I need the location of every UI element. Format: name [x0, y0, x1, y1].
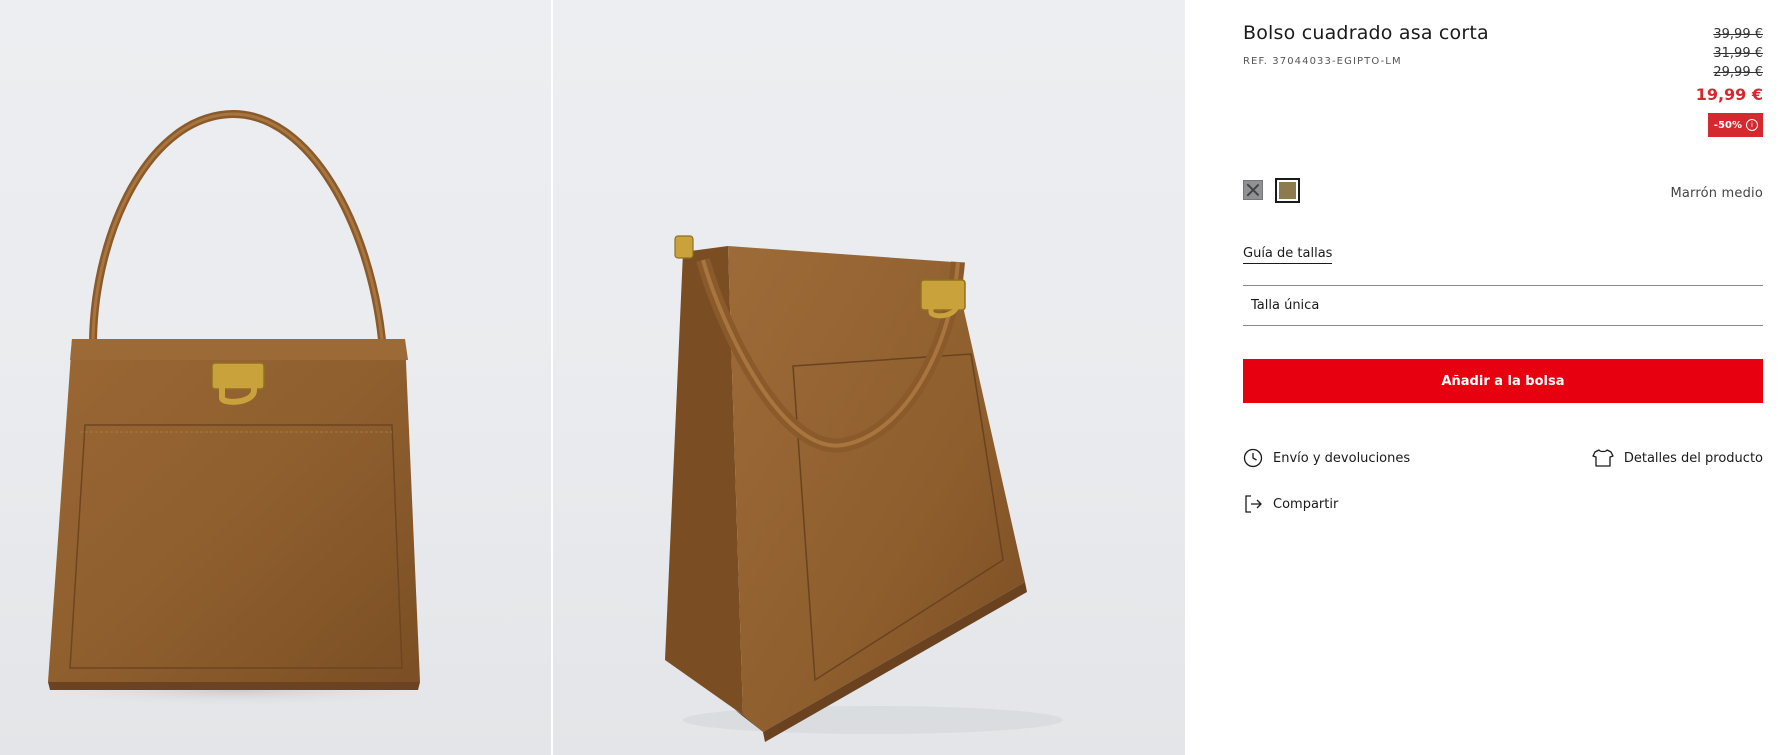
current-price: 19,99 € [1695, 85, 1763, 104]
size-selector[interactable]: Talla única [1243, 285, 1763, 326]
shipping-returns-label: Envío y devoluciones [1273, 450, 1411, 466]
tshirt-icon [1592, 448, 1614, 468]
shipping-returns-link[interactable]: Envío y devoluciones [1243, 448, 1410, 468]
bag-front-illustration [20, 109, 450, 708]
color-swatches [1243, 178, 1300, 203]
product-info-panel: Bolso cuadrado asa corta REF. 37044033-E… [1243, 0, 1763, 755]
previous-price: 29,99 € [1713, 65, 1763, 80]
previous-price: 39,99 € [1713, 27, 1763, 42]
discount-badge[interactable]: -50% i [1707, 113, 1763, 137]
product-image-side[interactable] [553, 0, 1185, 755]
price-block: 39,99 € 31,99 € 29,99 € 19,99 € -50% i [1696, 25, 1763, 137]
product-gallery [0, 0, 1185, 755]
product-reference: REF. 37044033-EGIPTO-LM [1243, 56, 1402, 67]
share-icon [1243, 494, 1263, 514]
share-label: Compartir [1273, 496, 1339, 512]
color-swatch-unavailable[interactable] [1243, 180, 1263, 200]
previous-price: 31,99 € [1713, 46, 1763, 61]
color-swatch-marron-medio[interactable] [1275, 178, 1300, 203]
add-to-bag-button[interactable]: Añadir a la bolsa [1243, 359, 1763, 403]
product-details-link[interactable]: Detalles del producto [1592, 448, 1763, 468]
size-value: Talla única [1251, 298, 1320, 313]
info-icon[interactable]: i [1746, 119, 1758, 131]
product-details-label: Detalles del producto [1623, 450, 1763, 466]
selected-color-label: Marrón medio [1670, 186, 1763, 201]
clock-icon [1243, 448, 1263, 468]
swatch-fill [1279, 182, 1296, 199]
size-guide-link[interactable]: Guía de tallas [1243, 246, 1333, 264]
bag-side-illustration [665, 235, 1063, 742]
product-image-front[interactable] [0, 0, 553, 755]
product-title: Bolso cuadrado asa corta [1243, 22, 1489, 44]
share-link[interactable]: Compartir [1243, 494, 1338, 514]
discount-label: -50% [1713, 119, 1742, 131]
